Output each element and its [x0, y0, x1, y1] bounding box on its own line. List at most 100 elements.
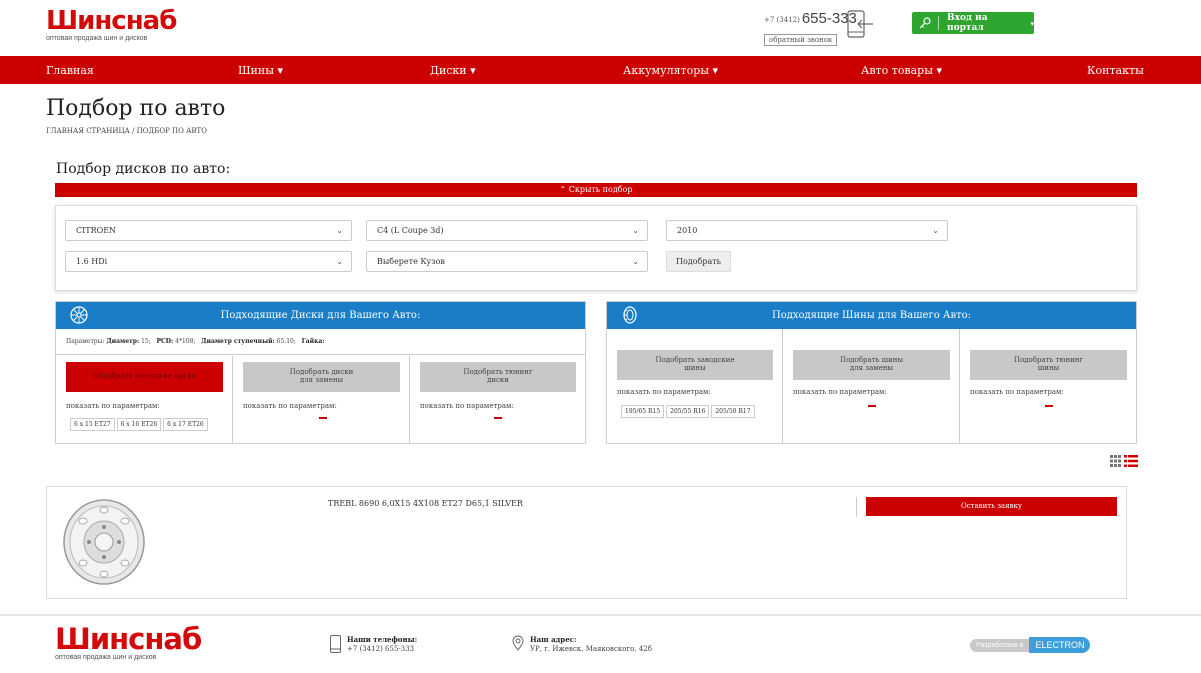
order-button[interactable]: Оставить заявку	[866, 497, 1117, 516]
nav-item-home[interactable]: Главная	[46, 64, 94, 77]
tuning-disks-line2: диски	[487, 376, 509, 384]
developer-badge[interactable]: Разработано в ELECTRON	[970, 637, 1091, 653]
replace-disks-line2: для замены	[299, 376, 344, 384]
selection-form: CITROEN ⌄ C4 (L Coupe 3d) ⌄ 2010 ⌄ 1.6 HDi ⌄…	[55, 205, 1137, 291]
footer-logo[interactable]: Шинснаб оптовая продажа шин и дисков	[55, 622, 202, 662]
chevron-down-icon: ⌄	[336, 257, 343, 266]
disks-col-replace: Подобрать диски для замены показать по п…	[232, 356, 410, 444]
disks-col-factory: Подобрать заводские диски показать по па…	[56, 356, 233, 444]
tuning-disks-button[interactable]: Подобрать тюнинг диски	[420, 362, 576, 392]
key-icon	[912, 16, 940, 30]
footer-phones: Наши телефоны: +7 (3412) 655-333	[330, 635, 417, 653]
section-title: Подбор дисков по авто:	[56, 161, 231, 177]
dev-label: Разработано в	[970, 638, 1030, 652]
address-value: УР, г. Ижевск, Маяковского, 42б	[530, 645, 652, 653]
nav-item-tires[interactable]: Шины ▾	[238, 64, 283, 77]
factory-disks-button[interactable]: Подобрать заводские диски	[66, 362, 223, 392]
replace-tires-line2: для замены	[849, 364, 894, 372]
year-select[interactable]: 2010 ⌄	[666, 220, 948, 241]
show-by-label: показать по параметрам:	[617, 388, 711, 396]
tires-panel: Подходящие Шины для Вашего Авто: Подобра…	[606, 301, 1137, 444]
tires-options: Подобрать заводские шины показать по пар…	[607, 329, 1136, 444]
size-tag[interactable]: 6 x 17 ET26	[163, 418, 208, 431]
page-title: Подбор по авто	[46, 96, 226, 121]
diameter-label: Диаметр:	[106, 338, 140, 345]
empty-dash	[868, 405, 876, 407]
site-logo[interactable]: Шинснаб оптовая продажа шин и дисков	[46, 6, 177, 42]
nav-item-batteries[interactable]: Аккумуляторы ▾	[623, 64, 718, 77]
body-placeholder: Выберете Кузов	[377, 257, 445, 266]
logo-tagline: оптовая продажа шин и дисков	[46, 35, 148, 42]
grid-view-icon	[1110, 455, 1121, 467]
model-select[interactable]: C4 (L Coupe 3d) ⌄	[366, 220, 648, 241]
chevron-down-icon: ⌄	[632, 257, 639, 266]
divider	[856, 497, 857, 517]
empty-dash	[494, 417, 502, 419]
address-title: Наш адрес:	[530, 635, 577, 644]
disks-panel-header: Подходящие Диски для Вашего Авто:	[56, 302, 585, 329]
disk-size-tags: 6 x 15 ET27 6 x 16 ET26 6 x 17 ET26	[70, 418, 208, 431]
nav-item-contacts[interactable]: Контакты	[1087, 64, 1144, 77]
tires-col-replace: Подобрать шины для замены показать по па…	[782, 329, 960, 444]
logo-name: Шинснаб	[46, 6, 177, 36]
nav-item-auto-goods[interactable]: Авто товары ▾	[861, 64, 942, 77]
empty-dash	[319, 417, 327, 419]
product-card: TREBL 8690 6,0X15 4X108 ET27 D65,1 SILVE…	[46, 486, 1127, 599]
engine-select[interactable]: 1.6 HDi ⌄	[65, 251, 352, 272]
chevron-down-icon: ▾	[1030, 18, 1034, 28]
show-by-label: показать по параметрам:	[793, 388, 887, 396]
size-tag[interactable]: 205/50 R17	[711, 405, 755, 418]
tires-panel-title: Подходящие Шины для Вашего Авто:	[771, 310, 972, 321]
brand-select[interactable]: CITROEN ⌄	[65, 220, 352, 241]
size-tag[interactable]: 6 x 15 ET27	[70, 418, 115, 431]
nut-label: Гайка:	[301, 338, 325, 345]
replace-disks-button[interactable]: Подобрать диски для замены	[243, 362, 400, 392]
header-phone: +7 (3412) 655-333 обратный звонок	[764, 10, 857, 46]
steel-wheel-image[interactable]	[61, 497, 151, 587]
hub-value: 65.10;	[276, 338, 296, 345]
size-tag[interactable]: 195/65 R15	[621, 405, 665, 418]
factory-tires-line2: шины	[684, 364, 706, 372]
show-by-label: показать по параметрам:	[420, 402, 514, 410]
body-select[interactable]: Выберете Кузов ⌄	[366, 251, 648, 272]
size-tag[interactable]: 6 x 16 ET26	[116, 418, 162, 431]
factory-tires-button[interactable]: Подобрать заводские шины	[617, 350, 773, 380]
hub-label: Диаметр ступечный:	[201, 338, 275, 345]
replace-tires-button[interactable]: Подобрать шины для замены	[793, 350, 950, 380]
phone-callback-icon[interactable]	[846, 10, 874, 38]
submit-button[interactable]: Подобрать	[666, 251, 731, 272]
nav-item-disks[interactable]: Диски ▾	[430, 64, 476, 77]
tires-col-tuning: Подобрать тюнинг шины показать по параме…	[959, 329, 1136, 444]
model-value: C4 (L Coupe 3d)	[377, 226, 444, 235]
disks-panel: Подходящие Диски для Вашего Авто: Параме…	[55, 301, 586, 444]
tuning-tires-button[interactable]: Подобрать тюнинг шины	[970, 350, 1127, 380]
disks-col-tuning: Подобрать тюнинг диски показать по парам…	[409, 356, 585, 444]
breadcrumb[interactable]: ГЛАВНАЯ СТРАНИЦА / ПОДБОР ПО АВТО	[46, 127, 207, 135]
tires-panel-header: Подходящие Шины для Вашего Авто:	[607, 302, 1136, 329]
tuning-tires-line2: шины	[1037, 364, 1060, 372]
phones-title: Наши телефоны:	[347, 635, 418, 644]
footer-address: Наш адрес: УР, г. Ижевск, Маяковского, 4…	[512, 635, 652, 653]
chevron-down-icon: ⌄	[632, 226, 639, 235]
logo-name: Шинснаб	[55, 622, 202, 656]
params-label: Параметры:	[66, 338, 105, 345]
chevron-down-icon: ⌄	[336, 226, 343, 235]
empty-dash	[1045, 405, 1053, 407]
diameter-value: 15;	[141, 338, 151, 345]
hide-selection-toggle[interactable]: ⌃ Скрыть подбор	[55, 183, 1137, 197]
disks-panel-title: Подходящие Диски для Вашего Авто:	[220, 310, 421, 321]
disk-params: Параметры: Диаметр: 15; PCD: 4*108; Диам…	[56, 329, 585, 355]
size-tag[interactable]: 205/55 R16	[666, 405, 710, 418]
show-by-label: показать по параметрам:	[243, 402, 337, 410]
view-toggle[interactable]	[1110, 455, 1138, 467]
phones-value[interactable]: +7 (3412) 655-333	[347, 645, 417, 653]
show-by-label: показать по параметрам:	[66, 402, 160, 410]
login-button[interactable]: Вход на портал ▾	[912, 12, 1034, 34]
chevron-down-icon: ⌄	[932, 226, 939, 235]
product-name[interactable]: TREBL 8690 6,0X15 4X108 ET27 D65,1 SILVE…	[328, 499, 523, 508]
disks-options: Подобрать заводские диски показать по па…	[56, 356, 585, 444]
callback-button[interactable]: обратный звонок	[764, 34, 838, 46]
engine-value: 1.6 HDi	[76, 257, 108, 266]
electron-logo: ELECTRON	[1029, 637, 1091, 653]
main-nav: Главная Шины ▾ Диски ▾ Аккумуляторы ▾ Ав…	[0, 56, 1201, 84]
